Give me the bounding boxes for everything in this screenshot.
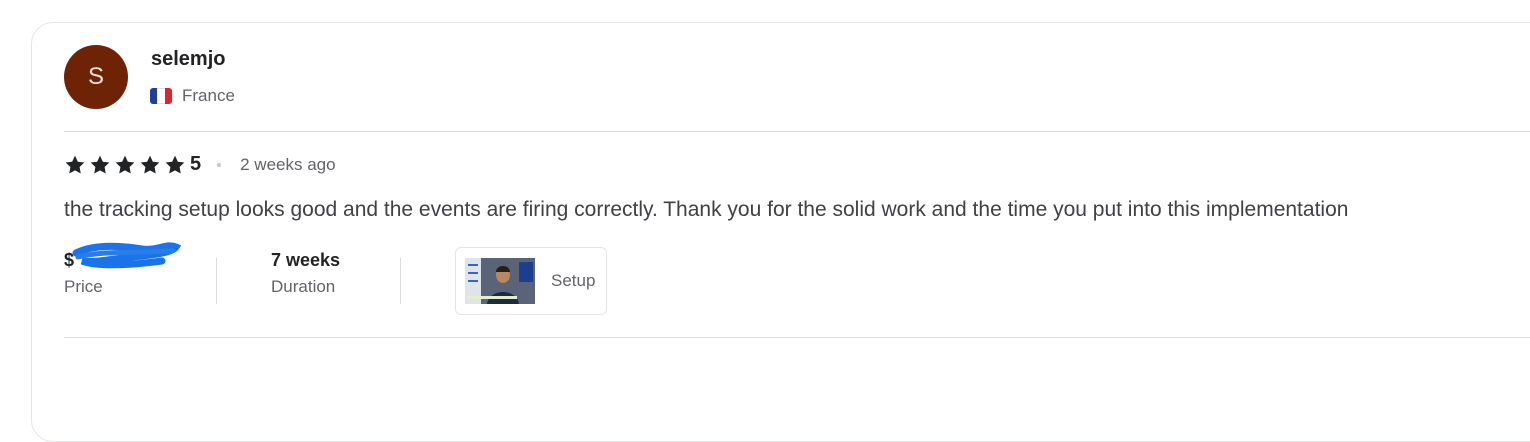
- star-rating: [64, 154, 186, 176]
- rating-value: 5: [190, 153, 202, 175]
- avatar[interactable]: S: [64, 45, 128, 109]
- reviewer-username[interactable]: selemjo: [151, 48, 225, 71]
- review-text: the tracking setup looks good and the ev…: [64, 198, 1349, 221]
- vertical-divider: [400, 258, 401, 304]
- duration-label: Duration: [271, 277, 336, 296]
- price-label: Price: [64, 277, 103, 296]
- duration-value: 7 weeks: [271, 250, 341, 270]
- rating-row: 5 2 weeks ago: [64, 153, 336, 176]
- video-thumbnail-image: [465, 258, 535, 304]
- deliverable-label[interactable]: Setup: [551, 271, 595, 291]
- star-icon: [115, 155, 135, 174]
- star-icon: [90, 155, 110, 174]
- price-info: $ Price: [64, 242, 184, 297]
- star-icon: [165, 155, 185, 174]
- separator-dot: [217, 162, 222, 167]
- vertical-divider: [216, 258, 217, 304]
- redaction-scribble: [72, 242, 182, 269]
- divider: [64, 337, 1530, 338]
- review-time: 2 weeks ago: [240, 154, 336, 174]
- star-icon: [140, 155, 160, 174]
- deliverable-card[interactable]: Setup: [455, 247, 607, 315]
- reviewer-country: France: [150, 86, 235, 106]
- divider: [64, 131, 1530, 132]
- review-card: [31, 22, 1530, 442]
- price-value: $: [64, 242, 184, 271]
- star-icon: [65, 155, 85, 174]
- duration-info: 7 weeks Duration: [271, 249, 340, 297]
- country-name: France: [182, 86, 235, 105]
- france-flag-icon: [150, 88, 172, 104]
- deliverable-thumbnail[interactable]: [465, 258, 535, 304]
